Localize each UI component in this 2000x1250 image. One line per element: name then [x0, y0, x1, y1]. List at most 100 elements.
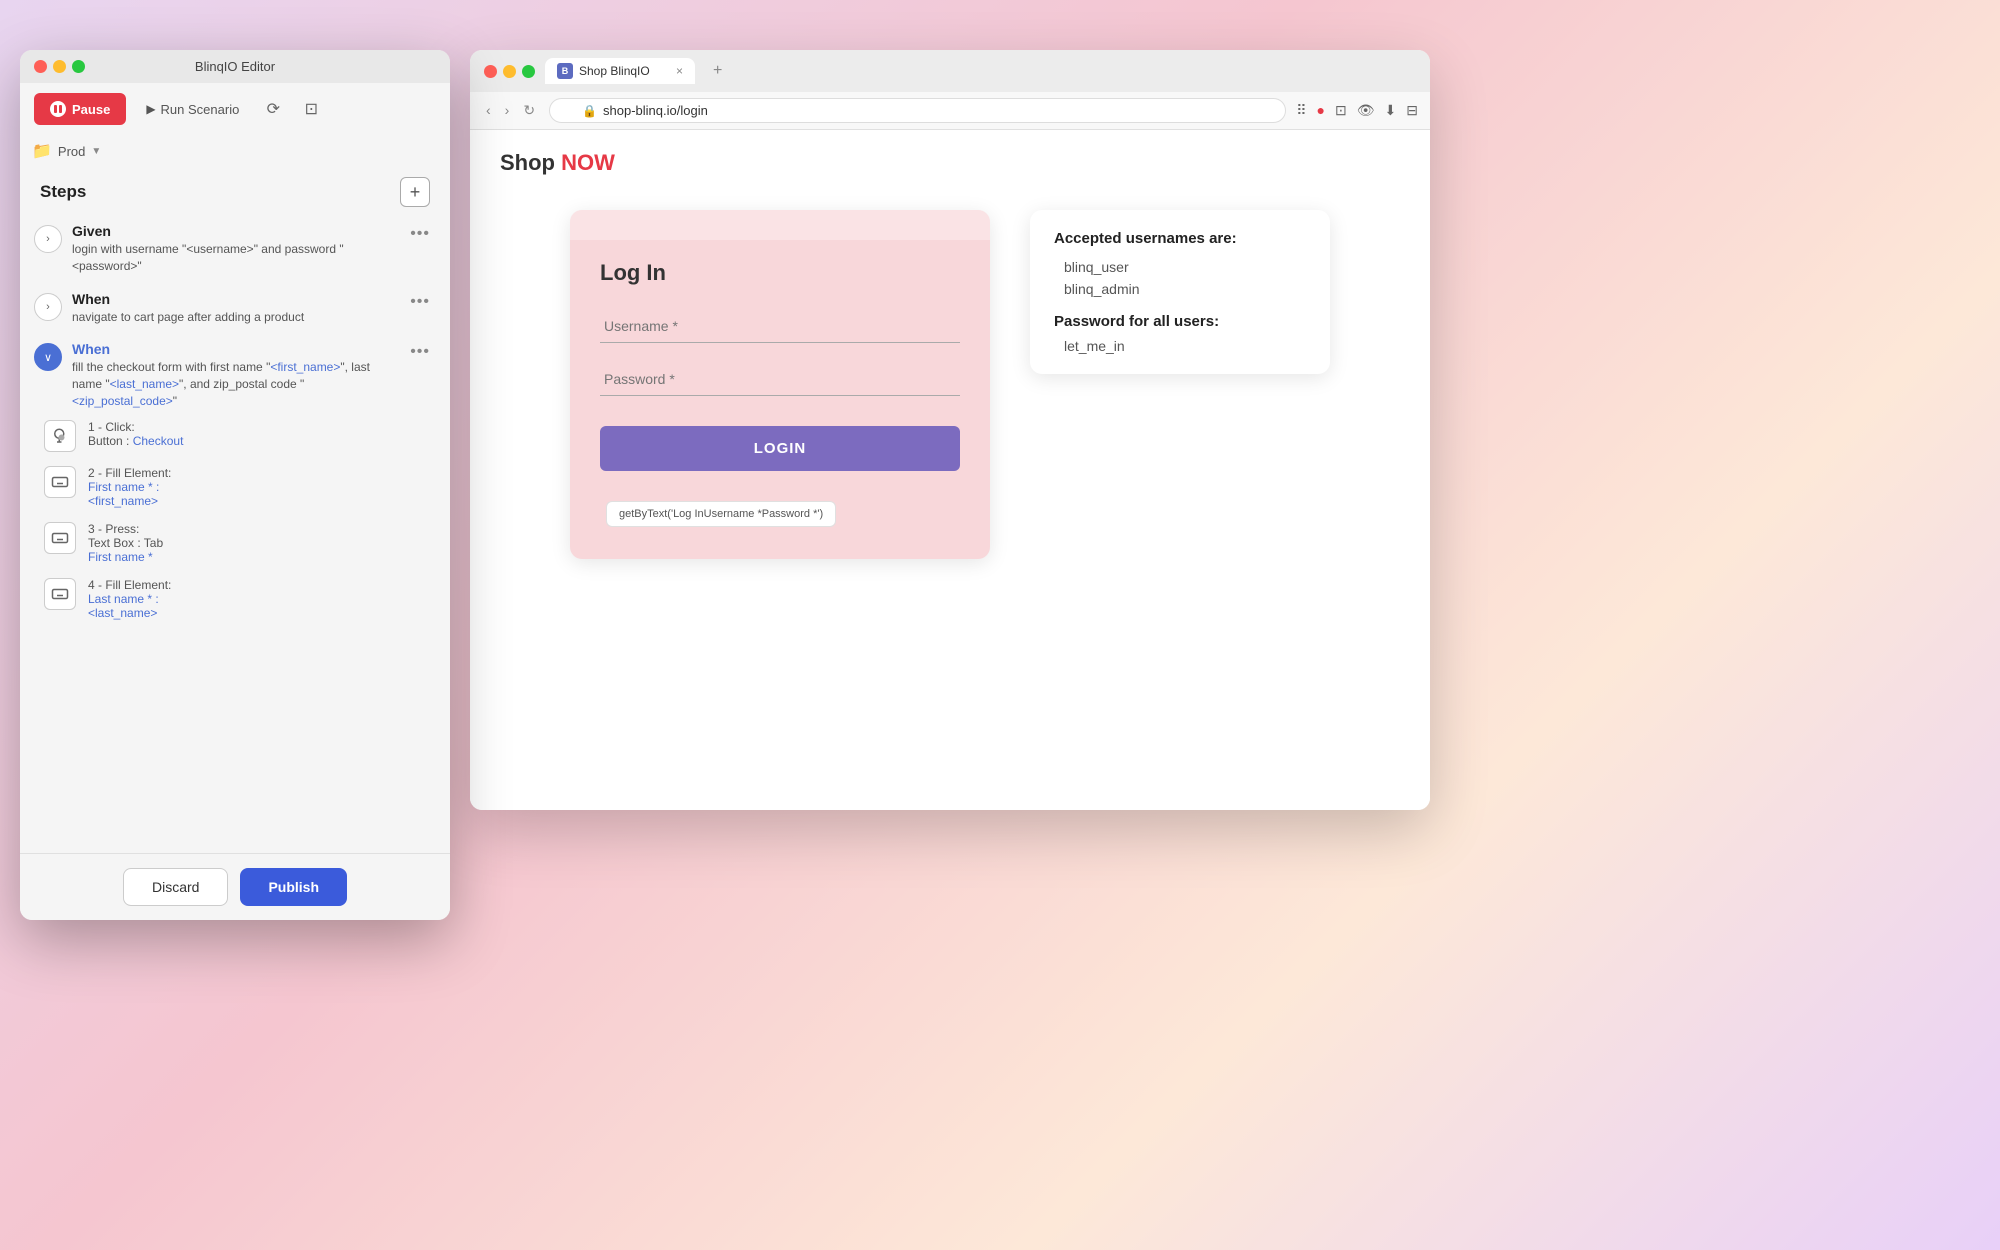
browser-toolbar-icons: ⠿ ● ⊡ 👁 ⬇ ⊟	[1296, 102, 1418, 119]
sub-step-2-content: 2 - Fill Element: First name * : <first_…	[88, 466, 183, 508]
tab-favicon: B	[557, 63, 573, 79]
browser-traffic-lights	[484, 65, 535, 78]
keyboard-icon	[44, 466, 76, 498]
step-1-more-button[interactable]: •••	[404, 223, 436, 245]
login-card: Log In LOGIN getByText('Log InUsername *…	[570, 210, 990, 559]
run-scenario-button[interactable]: ▶ Run Scenario	[136, 96, 249, 123]
step-2-chevron[interactable]: ›	[34, 293, 62, 321]
step-3-desc: fill the checkout form with first name "…	[72, 359, 394, 409]
editor-titlebar: BlinqIO Editor	[20, 50, 450, 83]
keyboard-3-icon	[44, 578, 76, 610]
address-bar-row: ‹ › ↻ 🔒 shop-blinq.io/login ⠿ ● ⊡ 👁 ⬇ ⊟	[470, 92, 1430, 130]
step-1-chevron[interactable]: ›	[34, 225, 62, 253]
chevron-down-icon: ▼	[91, 146, 101, 157]
sub-step-4: 4 - Fill Element: Last name * : <last_na…	[44, 578, 183, 620]
sub-step-3-number: 3 - Press:	[88, 522, 183, 536]
browser-close[interactable]	[484, 65, 497, 78]
forward-button[interactable]: ›	[501, 100, 514, 121]
tab-title: Shop BlinqIO	[579, 64, 650, 78]
reload-button[interactable]: ↻	[519, 100, 539, 121]
editor-title: BlinqIO Editor	[195, 59, 275, 74]
close-button[interactable]	[34, 60, 47, 73]
browser-content: Shop NOW Log In LOGIN	[470, 130, 1430, 810]
username-2: blinq_admin	[1054, 281, 1306, 297]
browser-titlebar: B Shop BlinqIO × +	[470, 50, 1430, 92]
folder-icon: 📁	[32, 141, 52, 161]
sub-step-3-content: 3 - Press: Text Box : Tab First name *	[88, 522, 183, 564]
username-input[interactable]	[600, 310, 960, 343]
sub-step-2: 2 - Fill Element: First name * : <first_…	[44, 466, 183, 508]
accepted-usernames-title: Accepted usernames are:	[1054, 230, 1306, 247]
refresh-icon[interactable]: ⟳	[259, 95, 287, 123]
address-bar[interactable]: 🔒 shop-blinq.io/login	[549, 98, 1286, 123]
shop-title-highlight: NOW	[561, 150, 615, 175]
browser-nav: ‹ › ↻	[482, 100, 539, 121]
sub-step-2-label: First name * :	[88, 480, 159, 494]
sub-step-1: 1 - Click: Button : Checkout	[44, 420, 183, 452]
sub-step-4-content: 4 - Fill Element: Last name * : <last_na…	[88, 578, 183, 620]
sub-step-3-detail: Text Box : Tab	[88, 536, 183, 550]
back-button[interactable]: ‹	[482, 100, 495, 121]
steps-title: Steps	[40, 182, 86, 202]
step-3-more-button[interactable]: •••	[404, 341, 436, 363]
login-form: Log In LOGIN	[570, 240, 990, 501]
discard-button[interactable]: Discard	[123, 868, 228, 906]
sub-step-2-number: 2 - Fill Element:	[88, 466, 183, 480]
keyboard-2-icon	[44, 522, 76, 554]
browser-tab[interactable]: B Shop BlinqIO ×	[545, 58, 695, 84]
browser-maximize[interactable]	[522, 65, 535, 78]
layout-icon[interactable]: ⊡	[297, 95, 325, 123]
maximize-button[interactable]	[72, 60, 85, 73]
new-tab-button[interactable]: +	[705, 58, 730, 84]
panel-icon[interactable]: ⊟	[1406, 102, 1418, 119]
step-item: › Given login with username "<username>"…	[34, 223, 436, 275]
password-title: Password for all users:	[1054, 313, 1306, 330]
publish-button[interactable]: Publish	[240, 868, 347, 906]
browser-window: B Shop BlinqIO × + ‹ › ↻ 🔒 shop-blinq.io…	[470, 50, 1430, 810]
env-selector[interactable]: 📁 Prod ▼	[20, 135, 450, 167]
login-tooltip: getByText('Log InUsername *Password *')	[606, 501, 836, 527]
step-item: › When navigate to cart page after addin…	[34, 291, 436, 326]
step-2-more-button[interactable]: •••	[404, 291, 436, 313]
env-label: Prod	[58, 144, 85, 159]
sub-step-2-value: <first_name>	[88, 494, 183, 508]
step-1-type: Given	[72, 223, 394, 239]
minimize-button[interactable]	[53, 60, 66, 73]
username-group	[600, 310, 960, 343]
password-value: let_me_in	[1054, 338, 1306, 354]
record-icon[interactable]: ●	[1317, 102, 1325, 119]
login-area: Log In LOGIN getByText('Log InUsername *…	[570, 210, 990, 559]
editor-toolbar: Pause ▶ Run Scenario ⟳ ⊡	[20, 83, 450, 135]
sub-step-1-number: 1 - Click:	[88, 420, 183, 434]
add-step-button[interactable]: +	[400, 177, 430, 207]
cursor-icon[interactable]: ⊡	[1335, 102, 1347, 119]
run-label: Run Scenario	[161, 102, 240, 117]
editor-footer: Discard Publish	[20, 853, 450, 920]
password-group	[600, 363, 960, 396]
sub-step-1-value: Checkout	[133, 434, 184, 448]
tab-close-button[interactable]: ×	[676, 64, 683, 78]
sub-steps: 1 - Click: Button : Checkout	[44, 420, 183, 634]
download-icon[interactable]: ⬇	[1385, 102, 1397, 119]
sub-step-3: 3 - Press: Text Box : Tab First name *	[44, 522, 183, 564]
login-title: Log In	[600, 260, 960, 286]
desktop: BlinqIO Editor Pause ▶ Run Scenario ⟳ ⊡	[0, 0, 2000, 1250]
info-card: Accepted usernames are: blinq_user blinq…	[1030, 210, 1330, 374]
sub-step-1-detail: Button : Checkout	[88, 434, 183, 448]
step-item: ∨ When fill the checkout form with first…	[34, 341, 436, 633]
step-3-chevron[interactable]: ∨	[34, 343, 62, 371]
sub-step-4-value: <last_name>	[88, 606, 183, 620]
browser-minimize[interactable]	[503, 65, 516, 78]
login-button[interactable]: LOGIN	[600, 426, 960, 471]
password-input[interactable]	[600, 363, 960, 396]
pause-button[interactable]: Pause	[34, 93, 126, 125]
sub-step-4-label: Last name * :	[88, 592, 159, 606]
step-2-type: When	[72, 291, 394, 307]
sub-step-2-detail: First name * :	[88, 480, 183, 494]
shop-header: Shop NOW	[470, 130, 1430, 196]
eye-icon[interactable]: 👁	[1357, 102, 1375, 119]
grid-icon[interactable]: ⠿	[1296, 102, 1306, 119]
lock-icon: 🔒	[582, 104, 597, 118]
traffic-lights	[34, 60, 85, 73]
url-text: shop-blinq.io/login	[603, 103, 708, 118]
